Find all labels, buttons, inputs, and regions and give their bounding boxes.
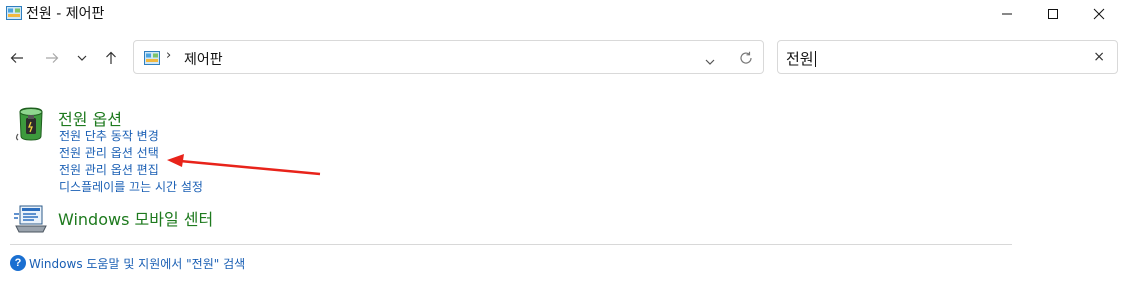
minimize-button[interactable] xyxy=(984,0,1030,28)
help-icon: ? xyxy=(10,255,26,271)
refresh-button[interactable] xyxy=(739,50,753,69)
maximize-icon xyxy=(1048,9,1058,19)
link-change-power-button-action[interactable]: 전원 단추 동작 변경 xyxy=(59,127,159,144)
close-icon xyxy=(1093,8,1105,20)
arrow-left-icon xyxy=(10,53,23,63)
mobility-center-title[interactable]: Windows 모바일 센터 xyxy=(58,206,213,230)
clear-search-button[interactable]: × xyxy=(1093,49,1105,65)
minimize-icon xyxy=(1002,13,1012,15)
search-box[interactable]: 전원 × xyxy=(777,40,1118,74)
title-bar: 전원 - 제어판 xyxy=(0,0,1122,28)
arrow-up-icon xyxy=(106,51,116,64)
breadcrumb-control-panel[interactable]: 제어판 xyxy=(184,49,223,69)
arrow-right-icon xyxy=(46,53,59,63)
breadcrumb-separator[interactable]: › xyxy=(166,48,171,63)
address-dropdown-button[interactable] xyxy=(705,51,715,70)
up-button[interactable] xyxy=(100,47,122,69)
chevron-down-icon xyxy=(705,59,715,65)
control-panel-icon xyxy=(144,51,160,65)
navigation-bar: › 제어판 전원 × xyxy=(0,38,1122,78)
recent-locations-button[interactable] xyxy=(71,47,93,69)
refresh-icon xyxy=(740,51,752,64)
back-button[interactable] xyxy=(6,47,28,69)
forward-button[interactable] xyxy=(41,47,63,69)
text-caret xyxy=(814,51,816,67)
link-display-off-time[interactable]: 디스플레이를 끄는 시간 설정 xyxy=(59,178,203,195)
chevron-down-icon xyxy=(77,55,87,61)
arrow-shaft xyxy=(179,159,321,176)
link-edit-power-plan[interactable]: 전원 관리 옵션 편집 xyxy=(59,161,159,178)
help-search-text[interactable]: Windows 도움말 및 지원에서 "전원" 검색 xyxy=(29,255,245,272)
mobility-center-icon xyxy=(14,205,47,233)
link-choose-power-plan[interactable]: 전원 관리 옵션 선택 xyxy=(59,144,159,161)
help-search-link[interactable]: ? Windows 도움말 및 지원에서 "전원" 검색 xyxy=(10,255,245,271)
window-title: 전원 - 제어판 xyxy=(26,6,105,22)
power-options-icon xyxy=(15,107,43,141)
close-button[interactable] xyxy=(1076,0,1122,28)
address-bar[interactable]: › 제어판 xyxy=(133,40,764,74)
maximize-button[interactable] xyxy=(1030,0,1076,28)
control-panel-icon xyxy=(6,6,22,20)
window-controls xyxy=(984,0,1122,28)
arrow-head xyxy=(167,154,184,167)
divider xyxy=(10,244,1012,245)
search-input[interactable]: 전원 xyxy=(786,48,816,69)
